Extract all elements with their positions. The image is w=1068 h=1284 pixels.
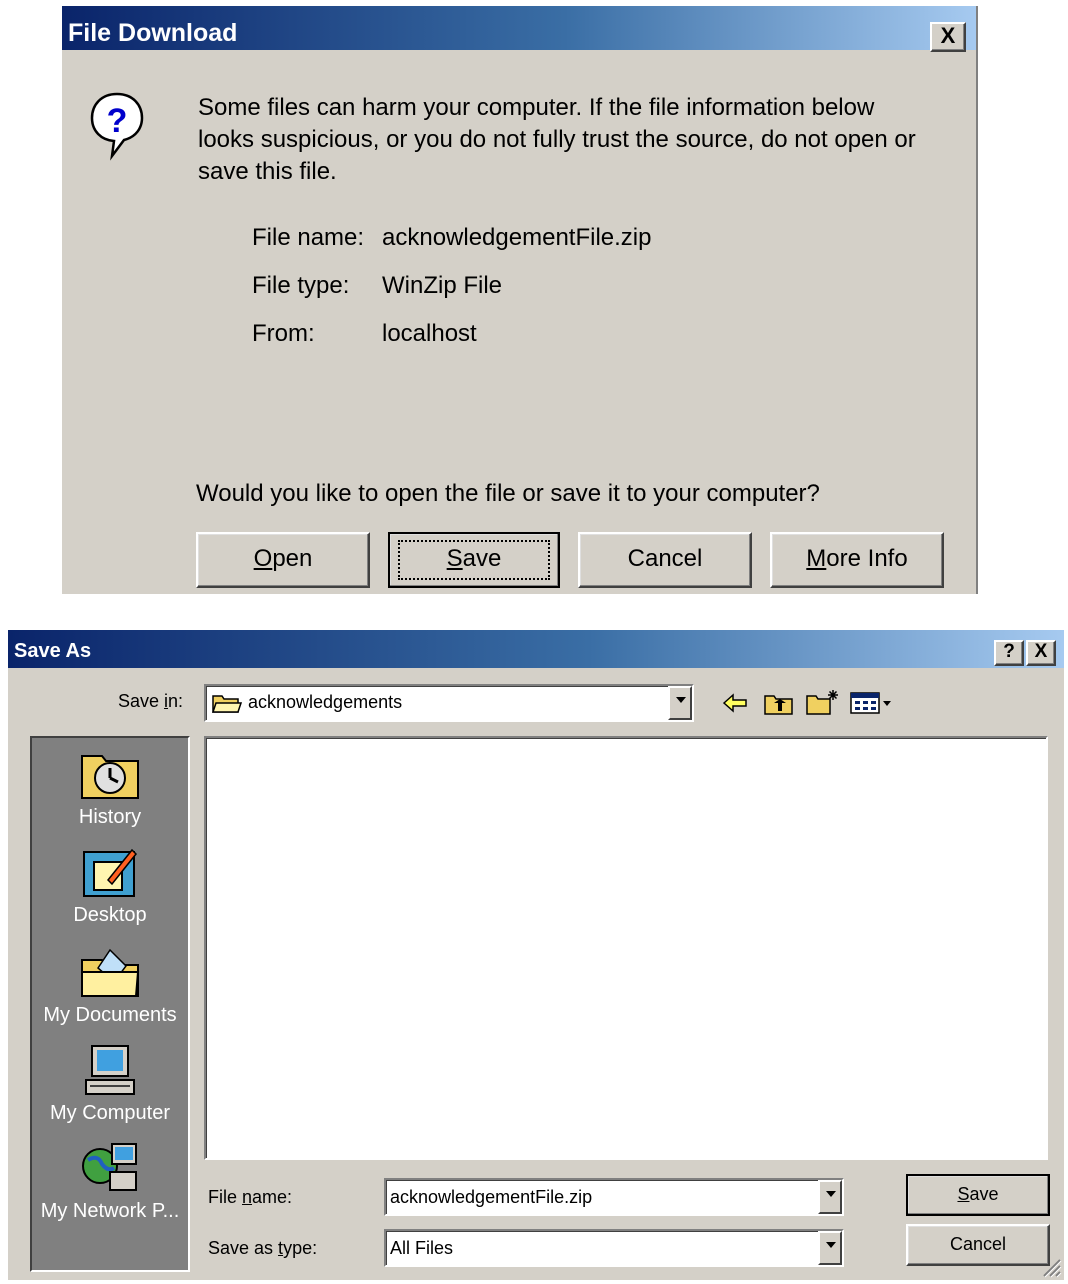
place-history[interactable]: History xyxy=(32,748,188,829)
place-desktop[interactable]: Desktop xyxy=(32,846,188,927)
save-in-dropdown[interactable]: acknowledgements xyxy=(204,684,694,722)
save-in-label-b: n: xyxy=(168,691,184,711)
place-my-computer-label: My Computer xyxy=(49,1102,171,1124)
save-as-close-button[interactable]: X xyxy=(1026,640,1056,666)
save-button[interactable]: Save xyxy=(388,532,560,588)
save-as-save-button[interactable]: Save xyxy=(906,1174,1050,1216)
file-name-mnemonic: n xyxy=(242,1187,253,1207)
place-my-network-label: My Network P... xyxy=(40,1200,180,1222)
save-as-title: Save As xyxy=(14,640,92,662)
place-my-documents[interactable]: My Documents xyxy=(32,946,188,1027)
file-name-dropdown-arrow[interactable] xyxy=(818,1180,842,1214)
warning-line-3: save this file. xyxy=(198,158,337,185)
open-button-mnemonic: O xyxy=(253,545,273,572)
view-menu-icon[interactable] xyxy=(850,690,894,716)
svg-text:?: ? xyxy=(107,102,128,140)
file-name-combobox[interactable]: acknowledgementFile.zip xyxy=(384,1178,844,1216)
save-type-label-b: ype: xyxy=(283,1238,318,1258)
file-download-title: File Download xyxy=(68,19,238,47)
place-my-documents-label: My Documents xyxy=(43,1004,177,1026)
focus-rectangle xyxy=(398,540,550,580)
save-as-type-dropdown-arrow[interactable] xyxy=(818,1231,842,1265)
save-as-titlebar[interactable]: Save As xyxy=(8,630,1064,668)
help-icon: ? xyxy=(1003,641,1015,662)
my-computer-icon xyxy=(80,1044,140,1096)
file-name-field-label: File name: xyxy=(208,1187,292,1208)
file-download-close-button[interactable]: X xyxy=(930,22,966,52)
from-label: From: xyxy=(252,320,315,347)
save-type-label-a: Save as xyxy=(208,1238,279,1258)
more-info-mnemonic: M xyxy=(806,545,827,572)
file-download-titlebar[interactable]: File Download xyxy=(62,6,976,50)
save-in-dropdown-arrow[interactable] xyxy=(668,686,692,720)
save-as-type-dropdown[interactable]: All Files xyxy=(384,1229,844,1267)
file-name-input[interactable]: acknowledgementFile.zip xyxy=(390,1187,592,1208)
save-in-label: Save in: xyxy=(118,691,183,712)
save-as-cancel-label: Cancel xyxy=(949,1234,1007,1254)
save-as-type-label: Save as type: xyxy=(208,1238,317,1259)
place-desktop-label: Desktop xyxy=(73,904,147,926)
save-as-save-label: ave xyxy=(969,1184,999,1204)
resize-grip-icon[interactable] xyxy=(1040,1256,1062,1278)
close-icon: X xyxy=(1034,641,1048,662)
up-folder-icon[interactable] xyxy=(764,692,794,716)
places-bar: History Desktop My Documents My Computer… xyxy=(30,736,190,1272)
my-documents-icon xyxy=(80,946,140,998)
cancel-button[interactable]: Cancel xyxy=(578,532,752,588)
open-or-save-question: Would you like to open the file or save … xyxy=(196,480,820,507)
file-name-label-a: File xyxy=(208,1187,243,1207)
save-in-label-a: Save xyxy=(118,691,165,711)
file-name-label-b: ame: xyxy=(252,1187,293,1207)
current-folder: acknowledgements xyxy=(248,692,403,712)
history-icon xyxy=(80,748,140,800)
from-value: localhost xyxy=(382,320,477,347)
place-my-computer[interactable]: My Computer xyxy=(32,1044,188,1125)
more-info-label: ore Info xyxy=(826,545,908,572)
file-name-label: File name: xyxy=(252,224,365,251)
warning-line-1: Some files can harm your computer. If th… xyxy=(198,94,875,121)
place-history-label: History xyxy=(78,806,142,828)
desktop-icon xyxy=(80,846,140,898)
more-info-button[interactable]: More Info xyxy=(770,532,944,588)
new-folder-icon[interactable] xyxy=(806,688,840,716)
file-type-label: File type: xyxy=(252,272,350,299)
save-as-cancel-button[interactable]: Cancel xyxy=(906,1224,1050,1266)
save-as-dialog: Save As ? X Save in: acknowledgements Hi… xyxy=(8,630,1064,1280)
close-icon: X xyxy=(940,23,956,48)
save-as-save-mnemonic: S xyxy=(957,1184,970,1204)
warning-line-2: looks suspicious, or you do not fully tr… xyxy=(198,126,916,153)
open-button[interactable]: Open xyxy=(196,532,370,588)
place-my-network[interactable]: My Network P... xyxy=(32,1142,188,1223)
back-icon[interactable] xyxy=(722,692,748,714)
question-icon: ? xyxy=(88,90,146,162)
help-button[interactable]: ? xyxy=(994,640,1024,666)
file-download-dialog: File Download X ? Some files can harm yo… xyxy=(62,6,978,594)
network-icon xyxy=(80,1142,140,1194)
file-list[interactable] xyxy=(204,736,1048,1160)
open-button-label: pen xyxy=(272,545,313,572)
save-as-type-value: All Files xyxy=(390,1238,454,1258)
file-type-value: WinZip File xyxy=(382,272,503,299)
file-name-value: acknowledgementFile.zip xyxy=(382,224,652,251)
cancel-button-label: Cancel xyxy=(627,545,703,572)
open-folder-icon xyxy=(211,692,243,714)
